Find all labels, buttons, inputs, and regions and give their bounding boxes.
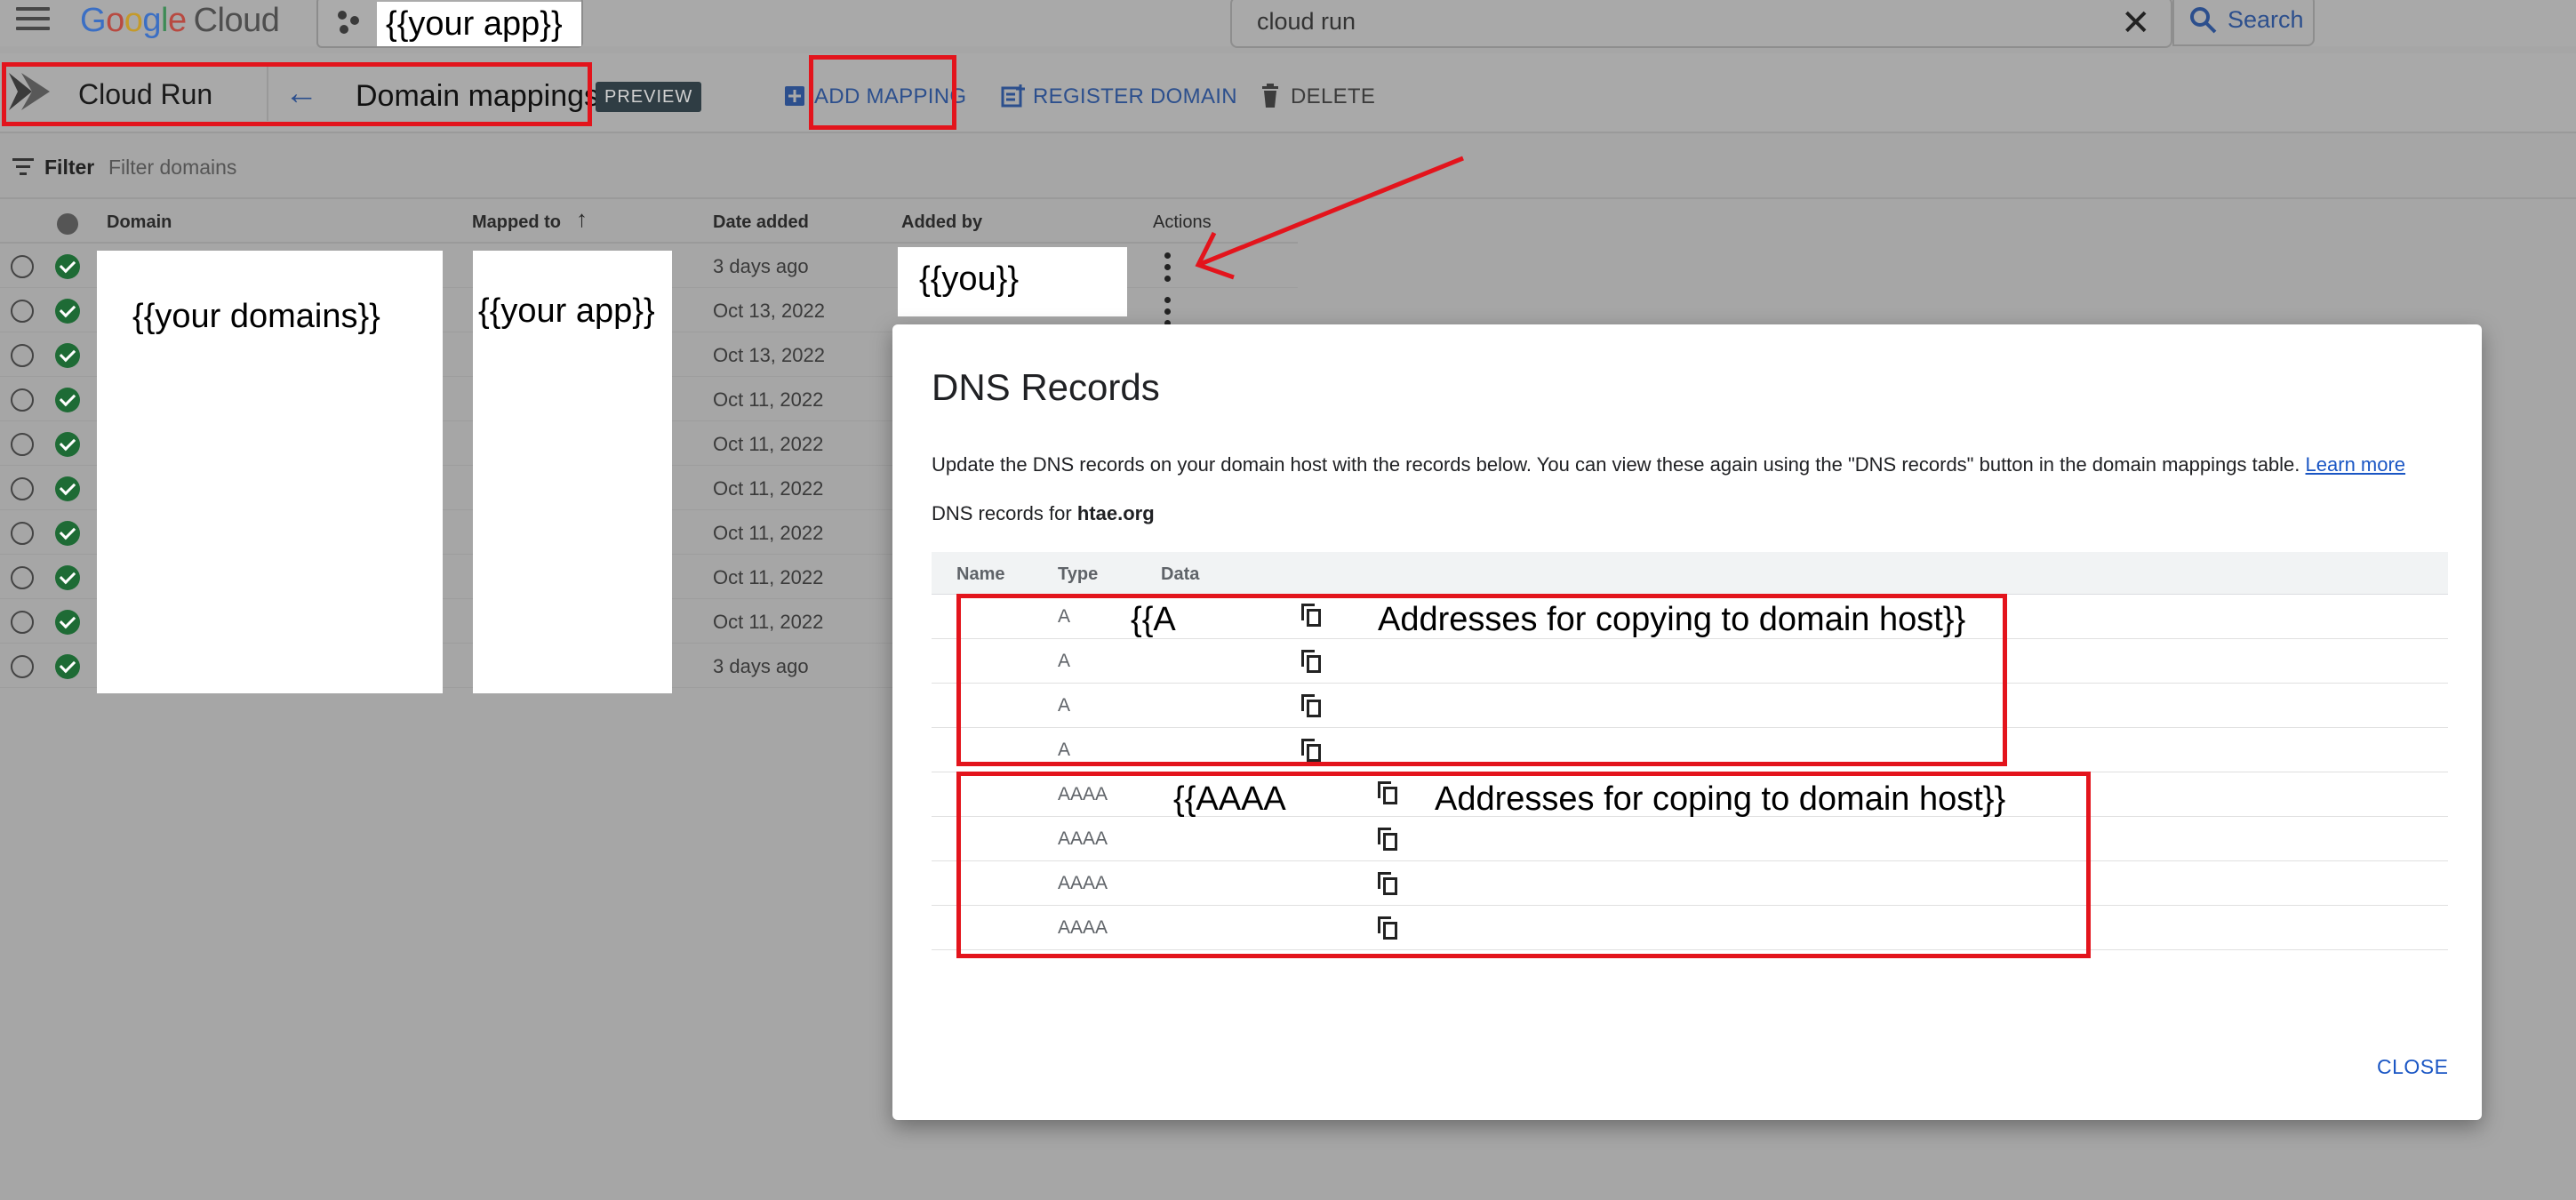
menu-icon[interactable] [16, 5, 50, 34]
sort-ascending-icon[interactable]: ↑ [576, 206, 588, 231]
row-radio[interactable] [11, 611, 34, 634]
date-added: Oct 11, 2022 [713, 611, 824, 633]
more-actions-icon[interactable] [1161, 252, 1173, 283]
delete-icon [1262, 84, 1278, 108]
status-ok-icon [55, 299, 80, 324]
dns-table-header: Name Type Data [932, 552, 2448, 595]
status-ok-icon [55, 565, 80, 590]
redacted-domains-label: {{your domains}} [132, 298, 380, 335]
column-header-mapped-to[interactable]: Mapped to [472, 210, 561, 235]
column-header-date-added[interactable]: Date added [713, 210, 809, 235]
annotation-arrow [1195, 156, 1464, 280]
row-radio[interactable] [11, 522, 34, 545]
dns-records-for-prefix: DNS records for [932, 502, 1072, 524]
status-ok-icon [55, 388, 80, 412]
column-header-added-by[interactable]: Added by [901, 210, 982, 235]
search-value: cloud run [1257, 8, 1356, 35]
date-added: Oct 13, 2022 [713, 300, 825, 322]
dns-header-data: Data [1161, 564, 1200, 584]
top-bar: Google Cloud {{your app}} cloud run ✕ Sea… [0, 0, 2576, 48]
filter-icon[interactable] [12, 158, 36, 176]
dialog-title: DNS Records [932, 366, 1160, 408]
project-icon [338, 11, 364, 37]
add-box-icon [785, 86, 804, 106]
more-actions-icon[interactable] [1161, 297, 1173, 327]
row-radio[interactable] [11, 300, 34, 323]
register-domain-icon [1001, 84, 1025, 108]
redacted-app-label: {{your app}} [478, 292, 655, 330]
filter-input[interactable]: Filter domains [108, 153, 236, 181]
row-radio[interactable] [11, 433, 34, 456]
google-cloud-logo[interactable]: Google Cloud [80, 0, 280, 41]
project-name: {{your app}} [377, 2, 581, 46]
redacted-added-by: {{you}} [898, 247, 1127, 316]
row-radio[interactable] [11, 566, 34, 589]
search-button[interactable]: Search [2172, 0, 2315, 46]
redacted-user-label: {{you}} [919, 260, 1020, 298]
clear-search-icon[interactable]: ✕ [2121, 2, 2151, 44]
highlight-box-aaaa-records [956, 772, 2091, 958]
date-added: Oct 11, 2022 [713, 566, 824, 588]
delete-button[interactable]: DELETE [1291, 82, 1375, 112]
dns-header-name: Name [956, 564, 1005, 584]
status-ok-icon [55, 476, 80, 501]
row-radio[interactable] [11, 344, 34, 367]
highlight-box-add-mapping [809, 55, 956, 130]
status-ok-icon [55, 432, 80, 457]
dns-records-for: DNS records for htae.org [932, 500, 1155, 527]
search-icon [2190, 7, 2217, 34]
status-ok-icon [55, 254, 80, 279]
table-header: Domain Mapped to ↑ Date added Added by A… [0, 201, 1298, 244]
status-ok-icon [55, 521, 80, 546]
status-ok-icon [55, 343, 80, 368]
date-added: 3 days ago [713, 255, 809, 277]
dns-records-dialog: DNS Records Update the DNS records on yo… [892, 324, 2482, 1120]
redacted-domains: {{your domains}} [97, 251, 443, 693]
row-radio[interactable] [11, 477, 34, 500]
status-ok-icon [55, 654, 80, 679]
row-radio[interactable] [11, 655, 34, 678]
date-added: Oct 11, 2022 [713, 433, 824, 455]
highlight-box-a-records [956, 594, 2007, 766]
status-header-icon [57, 213, 78, 235]
dialog-description-text: Update the DNS records on your domain ho… [932, 453, 2300, 476]
preview-badge: PREVIEW [596, 82, 702, 112]
column-header-domain[interactable]: Domain [107, 210, 172, 235]
filter-label: Filter [44, 156, 95, 179]
date-added: Oct 13, 2022 [713, 344, 825, 366]
dns-domain: htae.org [1076, 502, 1155, 524]
dialog-description: Update the DNS records on your domain ho… [932, 452, 2405, 478]
date-added: 3 days ago [713, 655, 809, 677]
redacted-mapped-to: {{your app}} [473, 251, 672, 693]
project-selector[interactable]: {{your app}} [316, 0, 583, 48]
close-button[interactable]: CLOSE [2377, 1053, 2448, 1080]
learn-more-link[interactable]: Learn more [2306, 453, 2406, 476]
date-added: Oct 11, 2022 [713, 388, 824, 411]
date-added: Oct 11, 2022 [713, 522, 824, 544]
register-domain-button[interactable]: REGISTER DOMAIN [1033, 82, 1237, 112]
highlight-box-title [2, 62, 592, 126]
dns-header-type: Type [1058, 564, 1099, 584]
status-ok-icon [55, 610, 80, 635]
search-input[interactable]: cloud run ✕ Search [1230, 0, 2315, 48]
row-radio[interactable] [11, 255, 34, 278]
row-radio[interactable] [11, 388, 34, 412]
search-button-label: Search [2228, 6, 2304, 33]
date-added: Oct 11, 2022 [713, 477, 824, 500]
